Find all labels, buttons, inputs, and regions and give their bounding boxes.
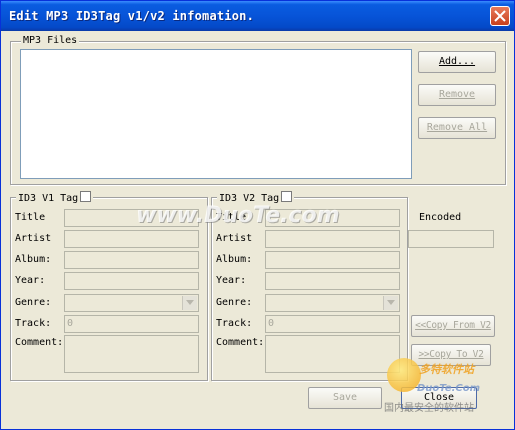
chevron-down-icon (387, 300, 395, 305)
v2-genre-label: Genre: (216, 297, 253, 308)
v1-year-input[interactable] (64, 272, 199, 290)
save-button-label: Save (332, 392, 358, 403)
chevron-down-icon (186, 300, 194, 305)
v1-album-input[interactable] (64, 251, 199, 269)
add-button[interactable]: Add... (418, 51, 496, 73)
v2-track-input[interactable]: 0 (265, 315, 400, 333)
v2-comment-label: Comment: (216, 337, 265, 348)
v2-track-label: Track: (216, 318, 253, 329)
v1-genre-label: Genre: (15, 297, 52, 308)
remove-button-label: Remove (438, 89, 476, 100)
v2-album-label: Album: (216, 254, 253, 265)
remove-all-button[interactable]: Remove All (418, 117, 496, 139)
mp3-files-legend: MP3 Files (21, 35, 80, 47)
v2-album-input[interactable] (265, 251, 400, 269)
v2-artist-label: Artist (216, 233, 253, 244)
v2-genre-dropdown-arrow[interactable] (383, 296, 398, 310)
close-icon (494, 10, 506, 22)
id3-v1-legend: ID3 V1 Tag (16, 191, 94, 205)
v2-artist-input[interactable] (265, 230, 400, 248)
v1-track-input[interactable]: 0 (64, 315, 199, 333)
window-title: Edit MP3 ID3Tag v1/v2 infomation. (9, 9, 255, 23)
v1-artist-input[interactable] (64, 230, 199, 248)
duote-logo-icon (387, 358, 421, 392)
id3-v1-checkbox[interactable] (80, 191, 92, 202)
save-button[interactable]: Save (308, 387, 382, 409)
v1-year-label: Year: (15, 275, 46, 286)
remove-all-button-label: Remove All (426, 122, 488, 133)
v1-artist-label: Artist (15, 233, 52, 244)
copy-from-v2-button[interactable]: <<Copy From V2 (411, 315, 495, 337)
v2-year-label: Year: (216, 275, 247, 286)
add-button-label: Add... (438, 56, 476, 67)
v1-genre-dropdown-arrow[interactable] (182, 296, 197, 310)
copy-from-v2-label: <<Copy From V2 (415, 320, 491, 331)
encoded-input[interactable] (408, 230, 494, 248)
title-bar[interactable]: Edit MP3 ID3Tag v1/v2 infomation. (1, 1, 514, 31)
v1-album-label: Album: (15, 254, 52, 265)
v1-comment-label: Comment: (15, 337, 64, 348)
window-close-button[interactable] (490, 6, 510, 26)
corner-url-watermark: DuoTe.Com (417, 383, 481, 394)
remove-button[interactable]: Remove (418, 84, 496, 106)
dialog-window: Edit MP3 ID3Tag v1/v2 infomation. MP3 Fi… (0, 0, 515, 430)
encoded-label: Encoded (419, 212, 462, 223)
v2-comment-input[interactable] (265, 335, 400, 373)
v1-comment-input[interactable] (64, 335, 199, 373)
v1-track-label: Track: (15, 318, 52, 329)
v1-title-label: Title (15, 212, 46, 223)
copy-to-v2-label: >>Copy To V2 (418, 349, 484, 360)
id3-v1-label: ID3 V1 Tag (18, 193, 79, 204)
duote-watermark: www.DuoTe.com (136, 203, 340, 228)
v1-genre-select[interactable] (64, 294, 199, 312)
corner-slogan-watermark: 国内最安全的软件站 (384, 403, 474, 414)
corner-brand-watermark: 多特软件站 (419, 363, 474, 376)
v2-genre-select[interactable] (265, 294, 400, 312)
mp3-file-list[interactable] (20, 49, 412, 179)
id3-v2-checkbox[interactable] (281, 191, 293, 202)
v2-year-input[interactable] (265, 272, 400, 290)
